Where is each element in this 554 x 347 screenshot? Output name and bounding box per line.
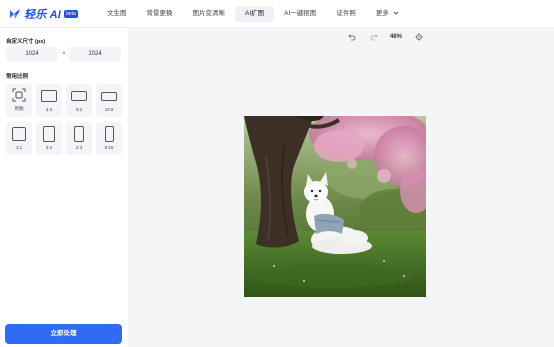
ratio-3-4[interactable]: 3:4 [36, 122, 62, 155]
times-sign: × [62, 51, 66, 57]
width-input[interactable]: 1024 [6, 47, 58, 62]
brand-logo[interactable]: 轻乐 AI beta [9, 6, 78, 22]
canvas-image[interactable] [244, 116, 426, 297]
ratio-label: 3:4 [45, 145, 53, 150]
ratio-16-9-icon [101, 92, 117, 101]
ratio-3-4-icon [43, 126, 55, 142]
nav-more-label: 更多 [375, 10, 389, 17]
ratio-label: 3:2 [75, 107, 83, 112]
beta-badge: beta [64, 10, 78, 18]
ratios-title: 常用比例 [6, 74, 29, 80]
nav-item-ai-cutout[interactable]: AI一键抠图 [274, 6, 326, 22]
ratio-label: 9:16 [104, 145, 114, 150]
redo-button[interactable] [368, 31, 380, 43]
top-bar: 轻乐 AI beta 文生图 背景更换 图片变清晰 AI扩图 AI一键抠图 证件… [0, 0, 554, 28]
fit-view-button[interactable] [413, 31, 425, 43]
ratio-original[interactable]: 原图 [6, 84, 32, 117]
ratio-label: 4:3 [45, 107, 53, 112]
nav-item-id-photo[interactable]: 证件照 [326, 6, 366, 22]
main-nav: 文生图 背景更换 图片变清晰 AI扩图 AI一键抠图 证件照 更多 [97, 0, 409, 28]
ratio-9-16-icon [105, 126, 114, 142]
ratio-2-3-icon [74, 126, 84, 142]
ratio-3-2-icon [71, 91, 87, 101]
undo-button[interactable] [346, 31, 358, 43]
chevron-down-icon [393, 11, 398, 15]
canvas-area: 46% [128, 28, 554, 347]
custom-size-title: 自定义尺寸 (px) [6, 39, 46, 45]
height-input[interactable]: 1024 [69, 47, 121, 62]
canvas-toolbar: 46% [128, 28, 554, 46]
target-icon [415, 33, 423, 41]
ratio-9-16[interactable]: 9:16 [96, 122, 122, 155]
nav-item-more[interactable]: 更多 [366, 6, 409, 22]
ratio-4-3[interactable]: 4:3 [36, 84, 62, 117]
ratio-label: 原图 [14, 106, 24, 111]
ratio-4-3-icon [41, 90, 57, 102]
redo-icon [370, 34, 378, 41]
nav-item-background-replace[interactable]: 背景更换 [137, 6, 183, 22]
ratio-16-9[interactable]: 16:9 [96, 84, 122, 117]
nav-item-ai-expand[interactable]: AI扩图 [235, 6, 275, 22]
original-icon [12, 88, 26, 102]
brand-name: 轻乐 AI [24, 9, 62, 21]
nav-item-text-to-image[interactable]: 文生图 [97, 6, 137, 22]
zoom-level[interactable]: 46% [387, 31, 405, 43]
ratio-3-2[interactable]: 3:2 [66, 84, 92, 117]
ratio-label: 1:1 [15, 145, 23, 150]
ratio-1-1-icon [12, 127, 26, 141]
logo-icon [10, 9, 20, 19]
ratio-2-3[interactable]: 2:3 [66, 122, 92, 155]
process-now-button[interactable]: 立即处理 [5, 324, 122, 344]
nav-item-image-enhance[interactable]: 图片变清晰 [183, 6, 236, 22]
ratio-label: 2:3 [75, 145, 83, 150]
ratio-label: 16:9 [104, 107, 114, 112]
ratio-1-1[interactable]: 1:1 [6, 122, 32, 155]
undo-icon [348, 34, 356, 41]
